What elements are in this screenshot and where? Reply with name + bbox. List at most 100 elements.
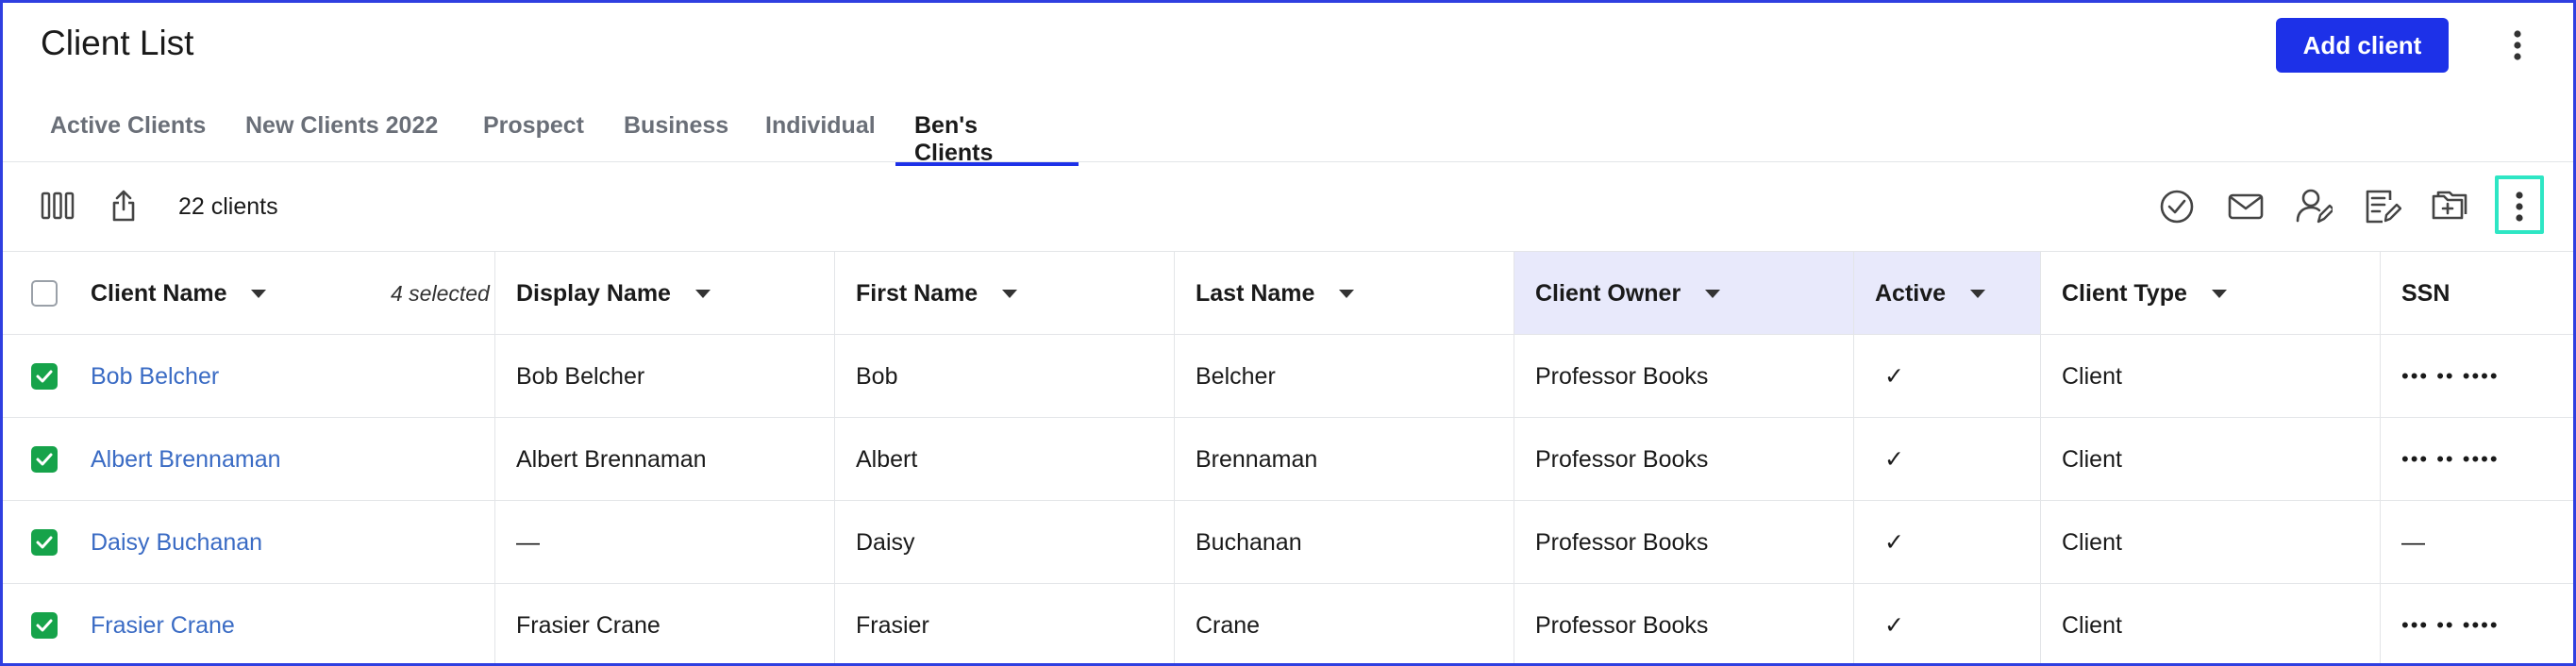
add-folder-icon[interactable] [2430,188,2469,224]
sort-caret-icon[interactable] [1002,289,1018,298]
tab-new-clients-2022[interactable]: New Clients 2022 [245,112,438,165]
active-cell: ✓ [1853,501,2040,584]
column-header-first-name[interactable]: First Name [834,252,1174,335]
tabs-divider [3,161,2573,162]
table-row[interactable]: Albert Brennaman Albert Brennaman Albert… [3,417,2573,501]
active-cell: ✓ [1853,418,2040,501]
check-circle-icon[interactable] [2158,188,2196,225]
active-check-icon: ✓ [1884,612,1904,639]
column-header-last-name[interactable]: Last Name [1174,252,1514,335]
client-owner-cell: Professor Books [1514,501,1853,584]
ssn-cell: ••• •• •••• [2380,335,2573,418]
select-all-checkbox[interactable] [31,280,58,307]
row-checkbox[interactable] [31,446,58,473]
tab-label: Business [624,112,729,139]
page-title: Client List [41,24,194,62]
column-label: Display Name [516,279,671,307]
sort-caret-icon[interactable] [1970,289,1986,298]
column-label: First Name [856,279,979,307]
client-name-cell: Bob Belcher [91,335,494,418]
last-name-cell: Crane [1174,584,1514,663]
client-name-link[interactable]: Albert Brennaman [91,446,281,474]
ssn-cell: — [2380,501,2573,584]
column-header-client-type[interactable]: Client Type [2040,252,2380,335]
client-type-cell: Client [2040,501,2380,584]
tab-label: Ben's Clients [914,112,994,166]
last-name-cell: Belcher [1174,335,1514,418]
client-name-cell: Frasier Crane [91,584,494,663]
display-name-cell: Bob Belcher [494,335,834,418]
ssn-cell: ••• •• •••• [2380,584,2573,663]
row-checkbox[interactable] [31,612,58,639]
column-header-client-owner[interactable]: Client Owner [1514,252,1853,335]
display-name-cell: — [494,501,834,584]
tab-prospect[interactable]: Prospect [483,112,584,165]
client-type-cell: Client [2040,584,2380,663]
column-label: Client Owner [1535,279,1681,307]
column-label: Client Type [2062,279,2187,307]
client-type-cell: Client [2040,335,2380,418]
sort-caret-icon[interactable] [694,289,711,298]
column-label: Last Name [1196,279,1315,307]
active-cell: ✓ [1853,335,2040,418]
add-client-button[interactable]: Add client [2276,18,2449,73]
sort-caret-icon[interactable] [251,289,267,298]
table-row[interactable]: Bob Belcher Bob Belcher Bob Belcher Prof… [3,334,2573,418]
last-name-cell: Buchanan [1174,501,1514,584]
first-name-cell: Daisy [834,501,1174,584]
selected-count: 4 selected [391,280,490,306]
tab-label: Active Clients [50,112,207,139]
sort-caret-icon[interactable] [1705,289,1721,298]
client-type-cell: Client [2040,418,2380,501]
display-name-cell: Albert Brennaman [494,418,834,501]
client-name-cell: Daisy Buchanan [91,501,494,584]
column-label: Active [1875,279,1947,307]
edit-note-icon[interactable] [2363,186,2402,225]
tab-label: New Clients 2022 [245,112,439,139]
tab-business[interactable]: Business [624,112,728,165]
row-checkbox[interactable] [31,529,58,556]
client-list-page: Client List Add client Active Clients Ne… [0,0,2576,666]
column-header-client-name[interactable]: Client Name 4 selected [91,252,494,335]
mail-icon[interactable] [2227,191,2265,222]
first-name-cell: Frasier [834,584,1174,663]
client-name-link[interactable]: Daisy Buchanan [91,529,262,557]
row-checkbox[interactable] [31,363,58,390]
ssn-cell: ••• •• •••• [2380,418,2573,501]
active-check-icon: ✓ [1884,363,1904,390]
display-name-cell: Frasier Crane [494,584,834,663]
tab-active-clients[interactable]: Active Clients [50,112,206,165]
first-name-cell: Albert [834,418,1174,501]
sort-caret-icon[interactable] [2211,289,2227,298]
active-check-icon: ✓ [1884,529,1904,556]
column-label: Client Name [91,279,227,307]
first-name-cell: Bob [834,335,1174,418]
client-name-link[interactable]: Bob Belcher [91,363,219,391]
client-owner-cell: Professor Books [1514,418,1853,501]
sort-caret-icon[interactable] [1339,289,1355,298]
column-header-ssn[interactable]: SSN [2380,252,2573,335]
tab-bens-clients[interactable]: Ben's Clients [895,112,1079,166]
table-header-row: Client Name 4 selected Display Name Firs… [3,251,2573,335]
client-name-cell: Albert Brennaman [91,418,494,501]
table-row[interactable]: Frasier Crane Frasier Crane Frasier Cran… [3,583,2573,663]
active-check-icon: ✓ [1884,446,1904,473]
tab-label: Prospect [483,112,584,139]
tab-individual[interactable]: Individual [765,112,876,165]
assign-user-icon[interactable] [2294,186,2333,225]
columns-icon[interactable] [39,190,76,222]
column-header-display-name[interactable]: Display Name [494,252,834,335]
client-owner-cell: Professor Books [1514,584,1853,663]
column-label: SSN [2401,279,2451,307]
client-owner-cell: Professor Books [1514,335,1853,418]
export-icon[interactable] [107,187,141,225]
client-count: 22 clients [178,193,278,220]
active-cell: ✓ [1853,584,2040,663]
client-name-link[interactable]: Frasier Crane [91,612,235,640]
page-more-icon[interactable] [2501,26,2534,64]
last-name-cell: Brennaman [1174,418,1514,501]
column-header-active[interactable]: Active [1853,252,2040,335]
more-vertical-icon[interactable] [2503,188,2535,225]
table-row[interactable]: Daisy Buchanan — Daisy Buchanan Professo… [3,500,2573,584]
tab-label: Individual [765,112,876,139]
